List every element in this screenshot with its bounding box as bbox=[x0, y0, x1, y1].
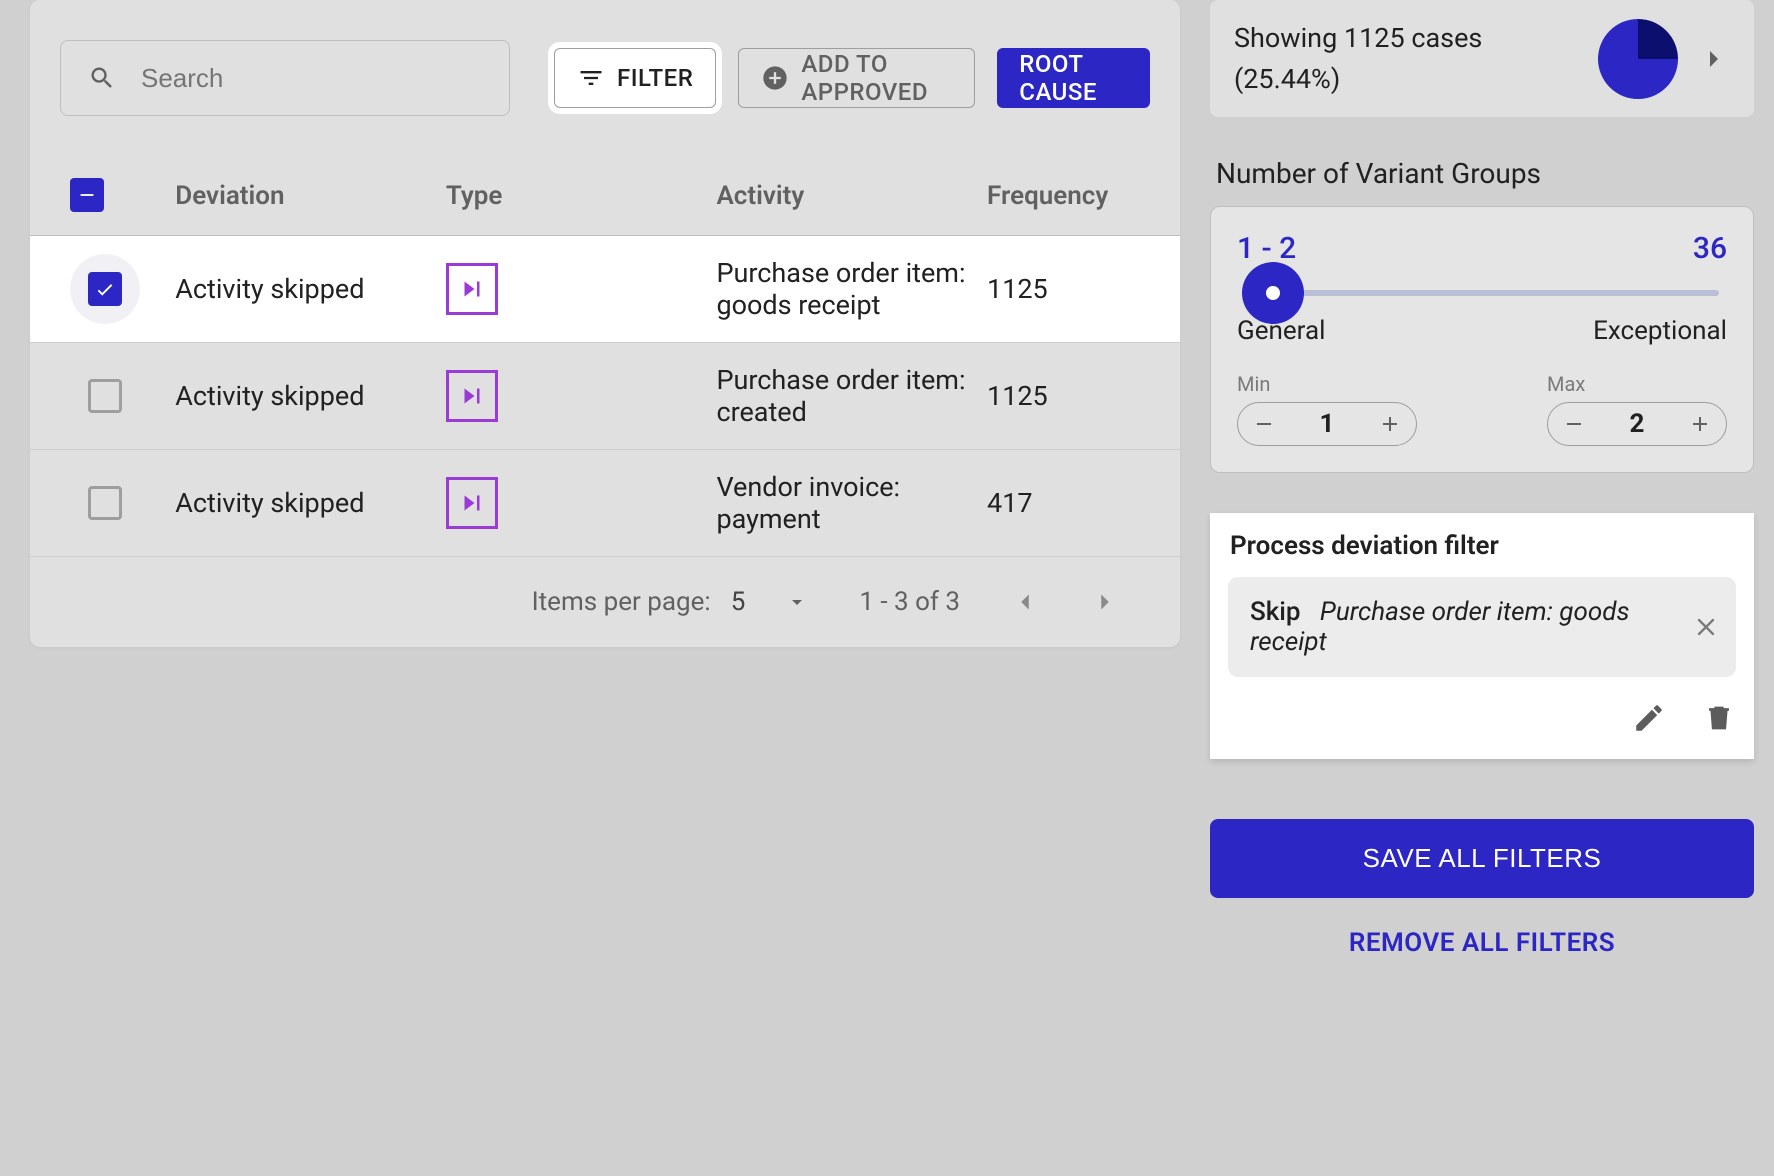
toolbar: FILTER ADD TO APPROVED ROOT CAUSE bbox=[30, 40, 1180, 156]
cell-frequency: 1125 bbox=[977, 236, 1180, 343]
root-cause-label: ROOT CAUSE bbox=[1019, 50, 1128, 106]
pagination: Items per page: 5 1 - 3 of 3 bbox=[30, 557, 1180, 627]
items-per-page-label: Items per page: bbox=[532, 587, 711, 617]
delete-icon[interactable] bbox=[1702, 701, 1736, 735]
minus-icon[interactable] bbox=[1562, 412, 1586, 436]
cell-deviation: Activity skipped bbox=[165, 450, 436, 557]
row-checkbox[interactable] bbox=[88, 379, 122, 413]
variant-range-label: 1 - 2 bbox=[1237, 231, 1296, 266]
slider-thumb[interactable] bbox=[1242, 262, 1304, 324]
prev-page-button[interactable] bbox=[1010, 587, 1040, 617]
plus-icon[interactable] bbox=[1378, 412, 1402, 436]
cell-activity: Vendor invoice: payment bbox=[706, 450, 977, 557]
dropdown-icon bbox=[785, 590, 809, 614]
items-per-page-select[interactable]: 5 bbox=[731, 587, 810, 617]
header-checkbox[interactable] bbox=[70, 178, 104, 212]
slider-label-exceptional: Exceptional bbox=[1593, 316, 1727, 346]
variant-slider[interactable] bbox=[1245, 290, 1719, 296]
minus-icon[interactable] bbox=[1252, 412, 1276, 436]
skip-icon bbox=[446, 477, 498, 529]
edit-icon[interactable] bbox=[1632, 701, 1666, 735]
root-cause-button[interactable]: ROOT CAUSE bbox=[997, 48, 1150, 108]
plus-icon[interactable] bbox=[1688, 412, 1712, 436]
cell-frequency: 1125 bbox=[977, 343, 1180, 450]
summary-card[interactable]: Showing 1125 cases (25.44%) bbox=[1210, 0, 1754, 117]
chevron-right-icon[interactable] bbox=[1698, 43, 1730, 75]
chip-activity: Purchase order item: goods receipt bbox=[1250, 597, 1629, 657]
indeterminate-icon bbox=[76, 184, 98, 206]
col-header-deviation[interactable]: Deviation bbox=[165, 156, 436, 236]
deviations-card: FILTER ADD TO APPROVED ROOT CAUSE bbox=[30, 0, 1180, 647]
filter-card-title: Process deviation filter bbox=[1230, 531, 1736, 561]
cell-activity: Purchase order item: goods receipt bbox=[706, 236, 977, 343]
table-row[interactable]: Activity skipped Purchase order item: cr… bbox=[30, 343, 1180, 450]
cell-deviation: Activity skipped bbox=[165, 236, 436, 343]
add-to-approved-button[interactable]: ADD TO APPROVED bbox=[738, 48, 975, 108]
max-value: 2 bbox=[1630, 409, 1645, 439]
remove-all-filters-link[interactable]: REMOVE ALL FILTERS bbox=[1210, 928, 1754, 958]
pagination-range: 1 - 3 of 3 bbox=[859, 587, 960, 617]
filter-chip[interactable]: Skip Purchase order item: goods receipt bbox=[1228, 577, 1736, 677]
deviations-table: Deviation Type Activity Frequency bbox=[30, 156, 1180, 557]
search-input[interactable] bbox=[60, 40, 510, 116]
cell-frequency: 417 bbox=[977, 450, 1180, 557]
max-label: Max bbox=[1547, 372, 1727, 396]
summary-text: Showing 1125 cases (25.44%) bbox=[1234, 18, 1578, 99]
table-row[interactable]: Activity skipped Purchase order item: go… bbox=[30, 236, 1180, 343]
min-stepper[interactable]: 1 bbox=[1237, 402, 1417, 446]
chip-close-icon[interactable] bbox=[1692, 613, 1720, 641]
filter-button-label: FILTER bbox=[617, 64, 693, 92]
filter-icon bbox=[577, 64, 605, 92]
chip-prefix: Skip bbox=[1250, 597, 1301, 627]
variant-groups-card: 1 - 2 36 General Exceptional Min 1 bbox=[1210, 206, 1754, 473]
next-page-button[interactable] bbox=[1090, 587, 1120, 617]
process-deviation-filter-card: Process deviation filter Skip Purchase o… bbox=[1210, 513, 1754, 759]
min-value: 1 bbox=[1320, 409, 1335, 439]
col-header-activity[interactable]: Activity bbox=[706, 156, 977, 236]
cell-activity: Purchase order item: created bbox=[706, 343, 977, 450]
summary-line1: Showing 1125 cases bbox=[1234, 18, 1578, 59]
skip-icon bbox=[446, 370, 498, 422]
items-per-page-value: 5 bbox=[731, 587, 746, 617]
search-icon bbox=[88, 64, 116, 92]
add-approved-label: ADD TO APPROVED bbox=[801, 50, 952, 106]
cell-deviation: Activity skipped bbox=[165, 343, 436, 450]
col-header-type[interactable]: Type bbox=[436, 156, 707, 236]
check-icon bbox=[94, 278, 116, 300]
add-circle-icon bbox=[761, 64, 789, 92]
skip-icon bbox=[446, 263, 498, 315]
save-all-filters-button[interactable]: SAVE ALL FILTERS bbox=[1210, 819, 1754, 898]
filter-button[interactable]: FILTER bbox=[554, 48, 716, 108]
col-header-frequency[interactable]: Frequency bbox=[977, 156, 1180, 236]
min-label: Min bbox=[1237, 372, 1417, 396]
variant-section-title: Number of Variant Groups bbox=[1216, 157, 1754, 190]
table-row[interactable]: Activity skipped Vendor invoice: payment… bbox=[30, 450, 1180, 557]
row-checkbox[interactable] bbox=[88, 272, 122, 306]
summary-line2: (25.44%) bbox=[1234, 59, 1578, 100]
max-stepper[interactable]: 2 bbox=[1547, 402, 1727, 446]
row-checkbox[interactable] bbox=[88, 486, 122, 520]
search-wrapper bbox=[60, 40, 510, 116]
cases-pie-chart bbox=[1598, 19, 1678, 99]
variant-max-label: 36 bbox=[1693, 231, 1727, 266]
